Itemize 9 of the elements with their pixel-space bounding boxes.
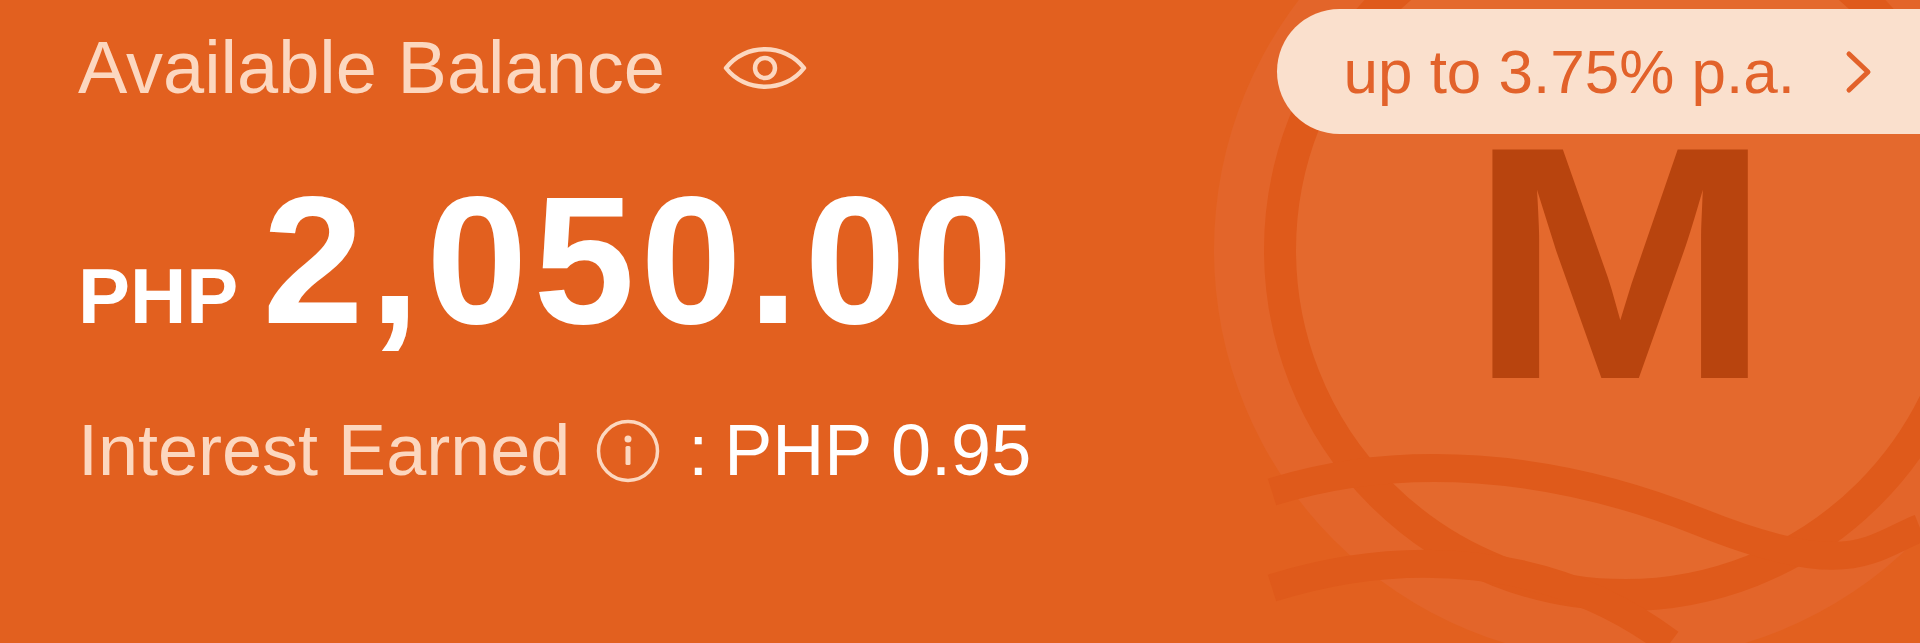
- separator-colon: :: [688, 409, 709, 492]
- balance-amount: 2,050.00: [262, 169, 1019, 351]
- interest-label: Interest Earned: [78, 409, 571, 492]
- info-icon[interactable]: [596, 418, 661, 483]
- interest-rate-button[interactable]: up to 3.75% p.a.: [1277, 9, 1920, 134]
- currency-label: PHP: [78, 257, 239, 335]
- balance-label: Available Balance: [78, 25, 665, 110]
- interest-value: PHP 0.95: [724, 409, 1032, 492]
- chevron-right-icon: [1845, 49, 1873, 94]
